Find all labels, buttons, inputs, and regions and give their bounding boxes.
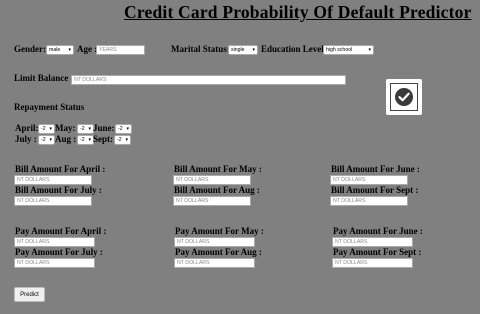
bill-april-label: Bill Amount For April :: [15, 164, 106, 174]
repay-may-label: May:: [55, 123, 76, 133]
repay-june-select[interactable]: -2 ▾: [115, 124, 132, 134]
bill-april-input[interactable]: NT DOLLARS: [14, 175, 92, 185]
education-level-select[interactable]: high school ▾: [323, 45, 374, 55]
gender-label: Gender:: [14, 44, 46, 54]
education-level-value: high school: [326, 47, 353, 53]
pay-june-input[interactable]: NT DOLLARS: [332, 237, 413, 247]
repay-july-value: -2: [41, 137, 46, 143]
chevron-down-icon: ▾: [88, 126, 91, 132]
gender-select[interactable]: male ▾: [46, 45, 74, 55]
repay-sept-label: Sept:: [93, 134, 113, 144]
chevron-down-icon: ▾: [49, 126, 52, 132]
repay-may-select[interactable]: -2 ▾: [77, 124, 94, 134]
pay-aug-input[interactable]: NT DOLLARS: [174, 258, 255, 268]
repayment-status-heading: Repayment Status: [14, 102, 85, 112]
pay-may-label: Pay Amount For May :: [175, 226, 264, 236]
bill-sept-label: Bill Amount For Sept :: [331, 185, 419, 195]
repay-july-select[interactable]: -2 ▾: [38, 135, 55, 145]
repay-june-value: -2: [118, 126, 123, 132]
bill-sept-input[interactable]: NT DOLLARS: [330, 196, 408, 206]
repay-aug-label: Aug :: [55, 134, 77, 144]
repay-july-label: July :: [15, 134, 37, 144]
education-level-label: Education Level:: [261, 44, 327, 54]
pay-sept-label: Pay Amount For Sept :: [333, 247, 422, 257]
page-title: Credit Card Probability Of Default Predi…: [124, 2, 472, 22]
pay-july-input[interactable]: NT DOLLARS: [14, 258, 95, 268]
pay-aug-label: Pay Amount For Aug :: [175, 247, 262, 257]
marital-status-value: single: [231, 47, 245, 53]
check-card[interactable]: [386, 79, 422, 115]
pay-april-label: Pay Amount For April :: [15, 226, 107, 236]
chevron-down-icon: ▾: [126, 126, 129, 132]
pay-july-label: Pay Amount For July :: [15, 247, 103, 257]
chevron-down-icon: ▾: [68, 47, 71, 53]
limit-balance-input[interactable]: NT DOLLARS: [71, 75, 346, 85]
bill-july-label: Bill Amount For July :: [15, 185, 102, 195]
repay-april-label: April:: [15, 123, 39, 133]
check-circle-icon: [395, 88, 413, 106]
repay-aug-value: -2: [80, 137, 85, 143]
predict-button[interactable]: Predict: [14, 287, 45, 302]
pay-sept-input[interactable]: NT DOLLARS: [332, 258, 413, 268]
chevron-down-icon: ▾: [252, 47, 255, 53]
pay-june-label: Pay Amount For June :: [333, 226, 423, 236]
repay-april-value: -2: [41, 126, 46, 132]
age-label: Age :: [77, 44, 98, 54]
bill-june-input[interactable]: NT DOLLARS: [330, 175, 408, 185]
age-input[interactable]: YEARS: [96, 45, 145, 55]
gender-select-value: male: [49, 47, 61, 53]
repay-may-value: -2: [80, 126, 85, 132]
chevron-down-icon: ▾: [368, 47, 371, 53]
repay-aug-select[interactable]: -2 ▾: [77, 135, 94, 145]
bill-aug-input[interactable]: NT DOLLARS: [173, 196, 251, 206]
repay-april-select[interactable]: -2 ▾: [38, 124, 55, 134]
limit-balance-label: Limit Balance :: [14, 73, 74, 83]
chevron-down-icon: ▾: [125, 137, 128, 143]
pay-april-input[interactable]: NT DOLLARS: [14, 237, 95, 247]
repay-sept-value: -2: [117, 137, 122, 143]
pay-may-input[interactable]: NT DOLLARS: [174, 237, 255, 247]
bill-may-input[interactable]: NT DOLLARS: [173, 175, 251, 185]
marital-status-select[interactable]: single ▾: [228, 45, 258, 55]
bill-may-label: Bill Amount For May :: [174, 164, 262, 174]
marital-status-label: Marital Status:: [171, 44, 230, 54]
repay-june-label: June:: [93, 123, 115, 133]
repay-sept-select[interactable]: -2 ▾: [114, 135, 131, 145]
bill-june-label: Bill Amount For June :: [331, 164, 420, 174]
chevron-down-icon: ▾: [88, 137, 91, 143]
chevron-down-icon: ▾: [49, 137, 52, 143]
check-frame: [390, 83, 418, 111]
bill-aug-label: Bill Amount For Aug :: [174, 185, 260, 195]
bill-july-input[interactable]: NT DOLLARS: [14, 196, 92, 206]
